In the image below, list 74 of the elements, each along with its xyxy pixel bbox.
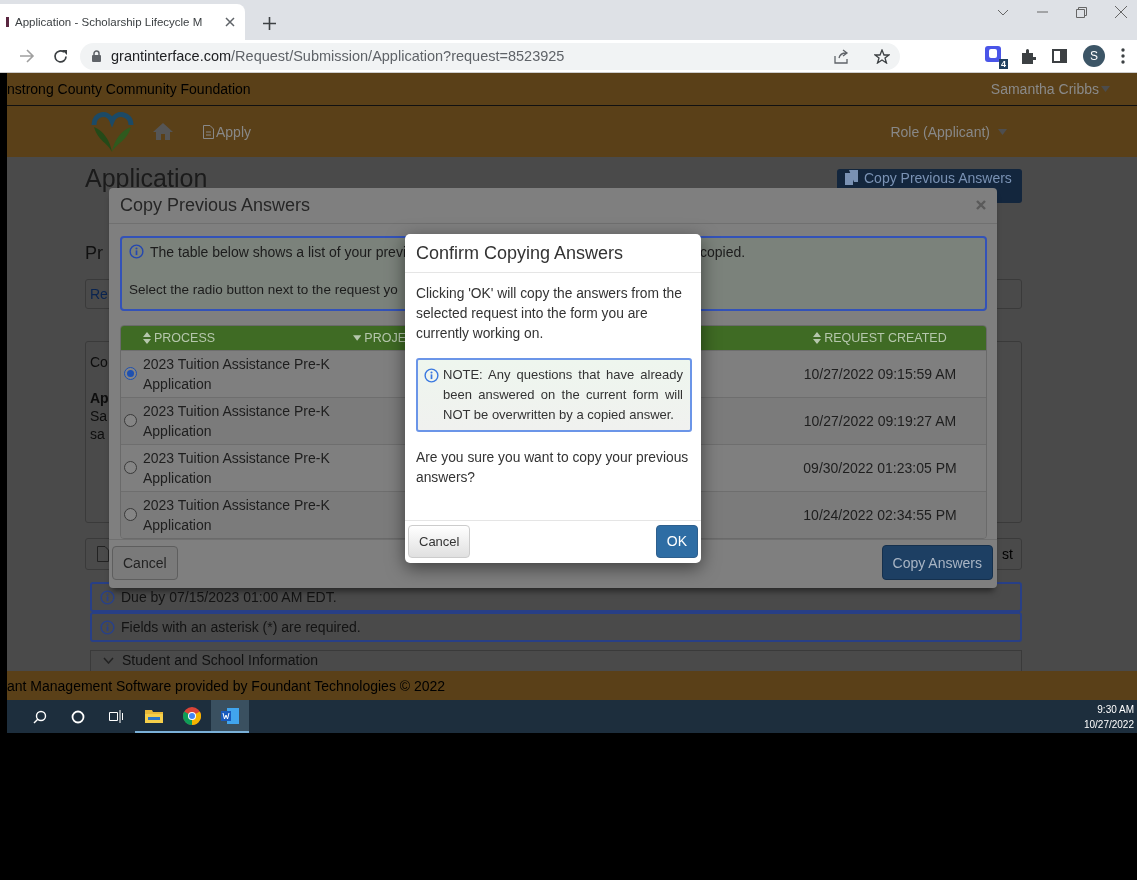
- cancel-button[interactable]: Cancel: [112, 545, 178, 580]
- favicon-icon: [6, 17, 9, 27]
- address-bar[interactable]: grantinterface.com/Request/Submission/Application?request=8523925: [80, 42, 900, 70]
- role-menu[interactable]: Role (Applicant): [890, 123, 1007, 140]
- table-cell-text: 10/24/2022 02:34:55 PM: [802, 506, 958, 523]
- lock-icon: [92, 50, 101, 62]
- clock-time: 9:30 AM: [1096, 702, 1134, 717]
- restore-icon[interactable]: [1076, 6, 1087, 18]
- dialog-message: Clicking 'OK' will copy the answers from the selected request into the form you are currently working on.: [416, 285, 683, 343]
- table-cell-text: 09/30/2022 01:23:05 PM: [802, 459, 958, 476]
- card-text: Ap: [90, 390, 109, 406]
- info-icon: [100, 619, 115, 635]
- close-icon[interactable]: [1115, 6, 1127, 18]
- column-header[interactable]: PROJE: [364, 330, 406, 345]
- share-icon[interactable]: [834, 48, 850, 64]
- dialog-title: Copy Previous Answers: [120, 194, 311, 216]
- radio-button[interactable]: [124, 367, 137, 381]
- clock-date: 10/27/2022: [1083, 717, 1134, 732]
- chrome-icon: [183, 706, 201, 725]
- card-text: Co: [90, 354, 108, 370]
- cancel-button[interactable]: Cancel: [408, 524, 471, 558]
- ok-button[interactable]: OK: [655, 524, 698, 558]
- column-header[interactable]: REQUEST CREATED: [824, 330, 947, 345]
- browser-tab[interactable]: Application - Scholarship Lifecycle M: [0, 4, 245, 40]
- nav-link[interactable]: Apply: [216, 123, 252, 140]
- radio-button[interactable]: [124, 461, 137, 475]
- note-text: NOTE: Any questions that have already been answered on the current form will NOT be overwritten by a copied answer.: [443, 366, 683, 424]
- caret-icon: [1101, 86, 1110, 92]
- footer-text: ant Management Software provided by Foundant Technologies © 2022: [7, 677, 446, 694]
- info-icon: [100, 589, 115, 605]
- chevron-down-icon[interactable]: [997, 8, 1009, 16]
- table-cell-text: 10/27/2022 09:15:59 AM: [802, 365, 958, 382]
- card-text: Sa: [90, 408, 108, 424]
- forward-icon[interactable]: [20, 49, 35, 63]
- folder-icon: [145, 708, 163, 723]
- sort-icon: [813, 331, 822, 344]
- logo-icon: [90, 110, 135, 153]
- dialog-title: Confirm Copying Answers: [416, 242, 624, 264]
- profile-avatar[interactable]: S: [1083, 45, 1105, 67]
- button-text[interactable]: st: [1002, 546, 1013, 562]
- close-icon[interactable]: [225, 17, 235, 27]
- document-icon: [97, 546, 109, 562]
- dialog-question: Are you sure you want to copy your previous answers?: [416, 449, 690, 487]
- column-header[interactable]: PROCESS: [154, 330, 216, 345]
- info-text: Select the radio button next to the request yo: [129, 281, 398, 297]
- table-cell-text: 10/27/2022 09:19:27 AM: [802, 412, 958, 429]
- section-heading: Pr: [85, 243, 103, 264]
- card-text: sa: [90, 426, 105, 442]
- caret-icon: [353, 334, 362, 341]
- table-cell-text: 2023 Tuition Assistance Pre-K Application: [143, 448, 331, 488]
- document-app-icon: [221, 707, 239, 724]
- menu-icon[interactable]: [1121, 48, 1125, 64]
- side-panel-icon[interactable]: [1052, 49, 1067, 63]
- info-text: copied.: [700, 243, 746, 260]
- table-cell-text: 2023 Tuition Assistance Pre-K Application: [143, 354, 331, 394]
- info-icon: [129, 244, 144, 260]
- document-icon: [203, 124, 214, 139]
- user-menu[interactable]: Samantha Cribbs: [990, 81, 1110, 97]
- info-icon: [424, 368, 439, 383]
- new-tab-icon[interactable]: [263, 17, 276, 30]
- table-cell-text: 2023 Tuition Assistance Pre-K Application: [143, 401, 331, 441]
- table-cell-text: 2023 Tuition Assistance Pre-K Application: [143, 495, 331, 535]
- info-text: The table below shows a list of your previ: [150, 243, 404, 260]
- radio-button[interactable]: [124, 414, 137, 428]
- caret-icon: [998, 128, 1007, 135]
- chevron-down-icon: [103, 657, 114, 664]
- star-icon[interactable]: [874, 48, 890, 64]
- organization-name: nstrong County Community Foundation: [7, 81, 251, 97]
- copy-icon: [845, 170, 858, 185]
- reload-icon[interactable]: [53, 48, 68, 64]
- copy-answers-button[interactable]: Copy Answers: [881, 545, 993, 581]
- radio-button[interactable]: [124, 508, 137, 522]
- sort-icon: [143, 331, 151, 344]
- puzzle-icon[interactable]: [1020, 48, 1036, 64]
